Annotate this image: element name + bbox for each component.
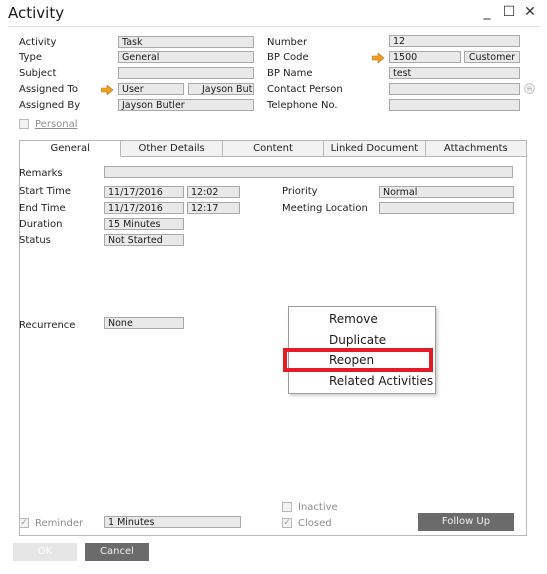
personal-checkbox[interactable]	[19, 119, 29, 129]
contact-person-field[interactable]	[389, 83, 520, 95]
assigned-to-type-field[interactable]: User	[118, 83, 184, 95]
link-arrow-icon[interactable]	[372, 53, 384, 63]
activity-label: Activity	[19, 37, 57, 48]
reminder-label: Reminder	[35, 518, 84, 529]
bp-name-field[interactable]: test	[389, 67, 520, 79]
remarks-label: Remarks	[19, 168, 63, 179]
inactive-label: Inactive	[298, 502, 338, 513]
inactive-checkbox[interactable]	[282, 502, 292, 512]
end-date-field[interactable]: 11/17/2016	[104, 202, 184, 214]
closed-label: Closed	[298, 518, 332, 529]
tab-linked-document[interactable]: Linked Document	[324, 140, 426, 157]
tab-general[interactable]: General	[19, 140, 122, 157]
tab-content[interactable]: Content	[222, 140, 325, 157]
remarks-field[interactable]	[104, 166, 513, 178]
status-field[interactable]: Not Started	[104, 234, 184, 246]
tab-strip: General Other Details Content Linked Doc…	[19, 140, 528, 157]
bp-code-label: BP Code	[267, 52, 309, 63]
ok-button[interactable]: OK	[13, 543, 77, 561]
start-date-field[interactable]: 11/17/2016	[104, 186, 184, 198]
reminder-checkbox[interactable]: ✓	[19, 518, 29, 528]
personal-label: Personal	[35, 119, 78, 130]
assigned-to-label: Assigned To	[19, 84, 78, 95]
tab-attachments[interactable]: Attachments	[425, 140, 528, 157]
minimize-icon[interactable]: _	[480, 4, 494, 20]
subject-label: Subject	[19, 68, 57, 79]
contact-person-label: Contact Person	[267, 84, 343, 95]
end-time-field[interactable]: 12:17	[187, 202, 240, 214]
assigned-by-field[interactable]: Jayson Butler	[118, 99, 254, 111]
priority-label: Priority	[282, 186, 318, 197]
number-label: Number	[267, 37, 308, 48]
tab-other-details[interactable]: Other Details	[121, 140, 223, 157]
assigned-to-name-field[interactable]: Jayson Butler	[188, 83, 254, 95]
list-icon[interactable]	[524, 83, 535, 94]
activity-field[interactable]: Task	[118, 36, 254, 48]
menu-item-duplicate[interactable]: Duplicate	[329, 333, 386, 347]
duration-label: Duration	[19, 219, 63, 230]
close-icon[interactable]: ✕	[523, 4, 537, 20]
menu-item-related-activities[interactable]: Related Activities	[329, 374, 433, 388]
recurrence-field[interactable]: None	[104, 317, 184, 329]
follow-up-button[interactable]: Follow Up	[418, 513, 514, 531]
start-time-label: Start Time	[19, 186, 72, 197]
duration-field[interactable]: 15 Minutes	[104, 218, 184, 230]
maximize-icon[interactable]: ☐	[502, 4, 516, 20]
type-label: Type	[19, 52, 42, 63]
bp-name-label: BP Name	[267, 68, 313, 79]
priority-field[interactable]: Normal	[379, 186, 514, 198]
cancel-button[interactable]: Cancel	[85, 543, 149, 561]
link-arrow-icon[interactable]	[101, 85, 113, 95]
recurrence-label: Recurrence	[19, 320, 76, 331]
menu-item-remove[interactable]: Remove	[329, 312, 378, 326]
subject-field[interactable]	[118, 67, 254, 79]
end-time-label: End Time	[19, 203, 66, 214]
highlight-box	[283, 348, 433, 372]
number-field[interactable]: 12	[389, 35, 520, 47]
telephone-label: Telephone No.	[267, 100, 338, 111]
meeting-location-field[interactable]	[379, 202, 514, 214]
start-time-field[interactable]: 12:02	[187, 186, 240, 198]
meeting-location-label: Meeting Location	[282, 203, 368, 214]
type-field[interactable]: General	[118, 51, 254, 63]
title-divider	[8, 26, 539, 27]
status-label: Status	[19, 235, 51, 246]
bp-code-field[interactable]: 1500	[389, 51, 461, 63]
telephone-field[interactable]	[389, 99, 520, 111]
closed-checkbox[interactable]: ✓	[282, 518, 292, 528]
bp-type-field[interactable]: Customer	[464, 51, 520, 63]
assigned-by-label: Assigned By	[19, 100, 81, 111]
reminder-field[interactable]: 1 Minutes	[104, 516, 241, 528]
window-title: Activity	[8, 4, 65, 22]
